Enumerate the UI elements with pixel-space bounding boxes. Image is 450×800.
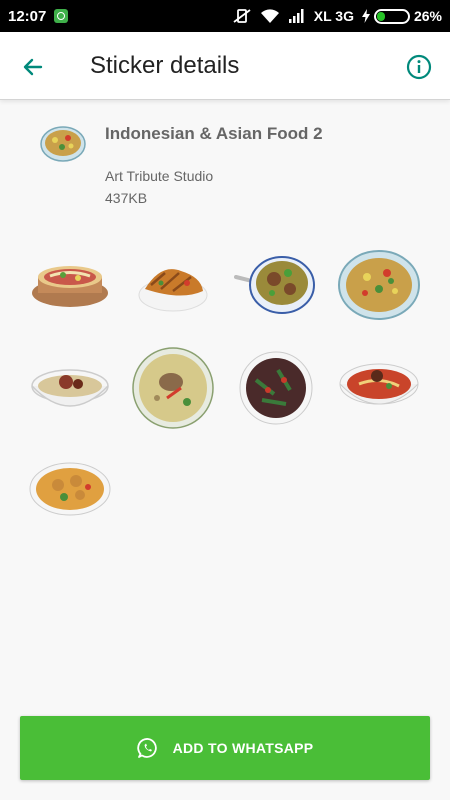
whatsapp-icon <box>136 738 157 758</box>
meatball-soup-bowl-sticker <box>234 256 315 314</box>
sticker-item[interactable] <box>234 243 318 327</box>
sticker-item[interactable] <box>131 346 215 430</box>
status-time: 12:07 <box>8 7 47 25</box>
pack-name: Indonesian & Asian Food 2 <box>105 124 323 143</box>
pack-publisher: Art Tribute Studio <box>105 168 214 184</box>
add-button-label: ADD TO WHATSAPP <box>172 740 314 756</box>
signal-icon <box>288 8 306 24</box>
battery-indicator: 26% <box>361 8 442 24</box>
arrow-back-icon[interactable] <box>18 52 48 82</box>
pack-size: 437KB <box>105 190 148 206</box>
sticker-item[interactable] <box>337 346 421 430</box>
pack-tray-icon <box>40 125 86 163</box>
app-notification-icon <box>54 9 69 23</box>
stir-fried-vegetables-sticker <box>239 351 313 425</box>
beef-noodle-soup-sticker <box>339 363 419 405</box>
app-bar: Sticker details <box>0 32 450 100</box>
sticker-item[interactable] <box>337 243 421 327</box>
chicken-soup-sticker <box>132 347 214 429</box>
charging-icon <box>361 9 370 23</box>
fried-noodles-plate-sticker <box>138 269 208 312</box>
page-title: Sticker details <box>90 52 240 79</box>
add-to-whatsapp-button[interactable]: ADD TO WHATSAPP <box>20 716 430 780</box>
status-icons: XL 3G 26% <box>232 8 442 24</box>
battery-icon <box>373 8 410 24</box>
wifi-icon <box>260 8 280 24</box>
battery-percent: 26% <box>413 8 442 24</box>
sticker-item[interactable] <box>131 243 215 327</box>
mute-vibrate-icon <box>232 8 252 24</box>
meat-noodle-bowl-sticker <box>31 369 109 407</box>
sticker-item[interactable] <box>28 449 112 533</box>
carrier-label: XL 3G <box>313 8 354 24</box>
curry-chicken-bowl-sticker <box>29 462 111 516</box>
noodle-bowl-sticker <box>338 250 420 320</box>
info-circle-icon[interactable] <box>404 52 434 82</box>
sticker-item[interactable] <box>28 243 112 327</box>
sticker-item[interactable] <box>28 346 112 430</box>
battery-fill <box>376 11 385 21</box>
sticker-item[interactable] <box>234 346 318 430</box>
noodle-clay-pot-sticker <box>32 266 108 307</box>
status-bar: 12:07 XL 3G 26% <box>0 0 450 32</box>
